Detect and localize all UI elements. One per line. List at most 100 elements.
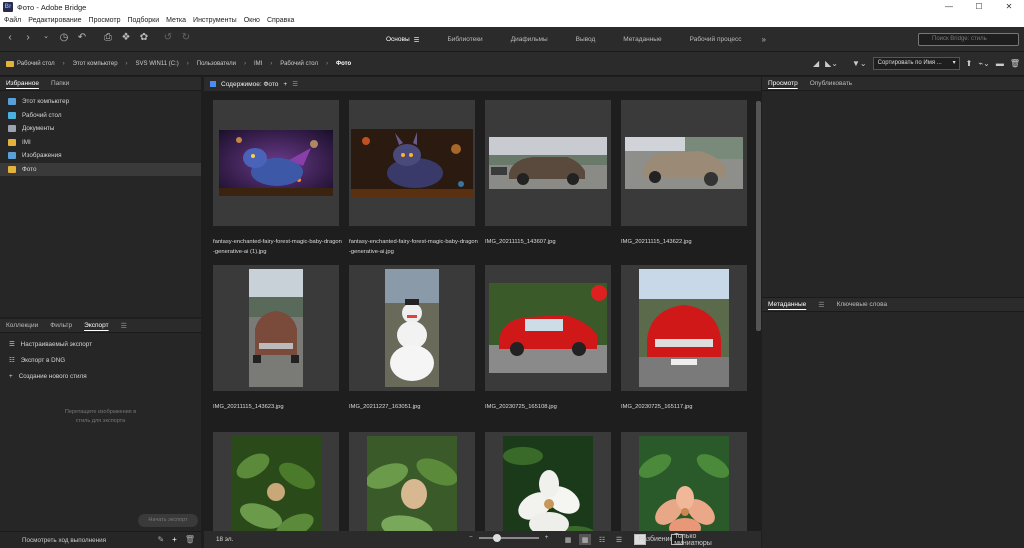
back-icon[interactable]: ‹ [4,32,16,43]
minimize-button[interactable]: — [934,0,964,14]
edit-icon[interactable]: ✎ [157,535,164,544]
maximize-button[interactable]: ☐ [964,0,994,14]
menu-icon[interactable]: ☰ [414,36,420,44]
delete-icon[interactable]: 🗑 [1010,59,1020,68]
quality-icon[interactable]: ◢ [813,59,819,68]
thumbnail-frame[interactable] [621,100,747,226]
thumbnail-item[interactable] [612,432,748,531]
favorite-documents[interactable]: Документы [0,122,201,136]
tab-collections[interactable]: Коллекции [6,322,38,329]
more-workspaces-icon[interactable]: » [761,35,765,44]
tab-output[interactable]: Вывод [562,35,610,44]
zoom-out-icon[interactable]: − [469,534,473,541]
tab-publish[interactable]: Опубликовать [810,80,853,87]
crumb-drive[interactable]: SVS WIN11 (C:) [136,61,179,67]
refine-icon[interactable]: ❖ [120,32,132,43]
favorite-this-pc[interactable]: Этот компьютер [0,95,201,109]
menu-window[interactable]: Окно [244,17,260,24]
favorite-photo[interactable]: Фото [0,162,201,176]
menu-view[interactable]: Просмотр [89,17,121,24]
trash-icon[interactable]: 🗑 [185,535,195,544]
thumbnail-item[interactable]: IMG_20211115_143622.jpg [612,100,748,247]
thumbnail-item[interactable] [204,432,340,531]
favorite-pictures[interactable]: Изображения [0,149,201,163]
menu-stacks[interactable]: Подборки [128,17,160,24]
sort-direction-icon[interactable]: ⬆ [966,59,973,68]
tab-export[interactable]: Экспорт [84,322,108,329]
camera-icon[interactable]: ⎙ [102,32,114,43]
tab-metadata[interactable]: Метаданные [609,35,675,44]
tab-preview[interactable]: Просмотр [768,80,798,87]
menu-help[interactable]: Справка [267,17,294,24]
thumbnail-frame[interactable] [349,432,475,531]
export-new-preset[interactable]: + Создание нового стиля [0,368,201,384]
thumbnail-item[interactable] [340,432,476,531]
sort-dropdown[interactable]: Сортировать по Имя ... [872,57,960,70]
thumbnail-item[interactable]: fantasy-enchanted-fairy-forest-magic-bab… [340,100,478,257]
thumbnail-frame[interactable] [485,100,611,226]
menu-label[interactable]: Метка [166,17,186,24]
thumbnail-frame[interactable] [621,432,747,531]
tab-essentials[interactable]: Основы ☰ [372,35,433,44]
add-icon[interactable]: + [172,535,177,544]
recent-icon[interactable]: ◷ [58,32,70,43]
add-tab-icon[interactable]: + [283,81,287,88]
scrollbar-thumb[interactable] [756,101,761,331]
return-icon[interactable]: ↶ [76,32,88,43]
thumbnail-item[interactable]: IMG_20230725_165117.jpg [612,265,748,412]
thumbnail-frame[interactable] [621,265,747,391]
thumbnail-frame[interactable] [349,265,475,391]
chevron-down-icon[interactable]: ⌄ [40,32,52,43]
search-input[interactable]: Поиск Bridge: стиль [918,33,1019,46]
favorite-desktop[interactable]: Рабочий стол [0,109,201,123]
favorite-imi[interactable]: IMI [0,136,201,150]
crumb-desktop[interactable]: Рабочий стол [17,61,55,67]
tab-folders[interactable]: Папки [51,80,69,87]
filter-icon[interactable]: ▼⌄ [852,59,867,68]
tab-favorites[interactable]: Избранное [6,80,39,87]
rotate-left-icon[interactable]: ↺ [162,32,174,43]
thumbnail-view-icon[interactable]: ▦ [579,534,591,545]
thumbnail-frame[interactable] [213,265,339,391]
details-view-icon[interactable]: ☷ [596,534,608,545]
panel-menu-icon[interactable]: ☰ [121,322,127,330]
forward-icon[interactable]: › [22,32,34,43]
thumbnail-frame[interactable] [485,432,611,531]
export-dng[interactable]: ☷ Экспорт в DNG [0,352,201,368]
thumbnail-frame[interactable] [213,432,339,531]
tab-metadata-panel[interactable]: Метаданные [768,301,806,308]
crumb-imi[interactable]: IMI [254,61,262,67]
new-folder-icon[interactable]: ▬ [996,59,1004,68]
thumbnail-frame[interactable] [349,100,475,226]
thumbnail-item[interactable]: IMG_20230725_165108.jpg [476,265,612,412]
export-custom[interactable]: ☰ Настраиваемый экспорт [0,336,201,352]
lock-grid-icon[interactable]: ▦ [562,534,574,545]
thumbnail-item[interactable]: IMG_20211227_163051.jpg [340,265,476,412]
close-button[interactable]: ✕ [994,0,1024,14]
crumb-desktop-2[interactable]: Рабочий стол [280,61,318,67]
menu-edit[interactable]: Редактирование [28,17,81,24]
thumbnail-item[interactable] [476,432,612,531]
view-progress-link[interactable]: Посмотреть ход выполнения [22,537,106,544]
panel-menu-icon[interactable]: ☰ [818,301,824,309]
settings-icon[interactable]: ✿ [138,32,150,43]
list-view-icon[interactable]: ☰ [613,534,625,545]
tab-keywords[interactable]: Ключевые слова [837,301,888,308]
tab-filmstrip[interactable]: Диафильмы [497,35,562,44]
rating-filter-icon[interactable]: ◣⌄ [825,59,838,68]
open-recent-icon[interactable]: ⌁⌄ [978,59,990,68]
thumbnail-item[interactable]: IMG_20211115_143623.jpg [204,265,340,412]
thumbnail-frame[interactable] [485,265,611,391]
start-export-button[interactable]: Начать экспорт [138,514,198,527]
crumb-photo[interactable]: Фото [336,61,351,67]
split-checkbox[interactable]: Разбиение [634,534,673,545]
thumbnail-size-slider[interactable] [478,533,539,542]
thumbnail-item[interactable]: fantasy-enchanted-fairy-forest-magic-bab… [204,100,342,257]
thumbnail-item[interactable]: IMG_20211115_143607.jpg [476,100,612,247]
menu-tools[interactable]: Инструменты [193,17,237,24]
menu-file[interactable]: Файл [4,17,21,24]
tab-workflow[interactable]: Рабочий процесс [676,35,756,44]
thumbnails-only-checkbox[interactable]: Только миниатюры [671,533,712,547]
thumbnail-frame[interactable] [213,100,339,226]
grid-scrollbar[interactable] [756,91,761,531]
